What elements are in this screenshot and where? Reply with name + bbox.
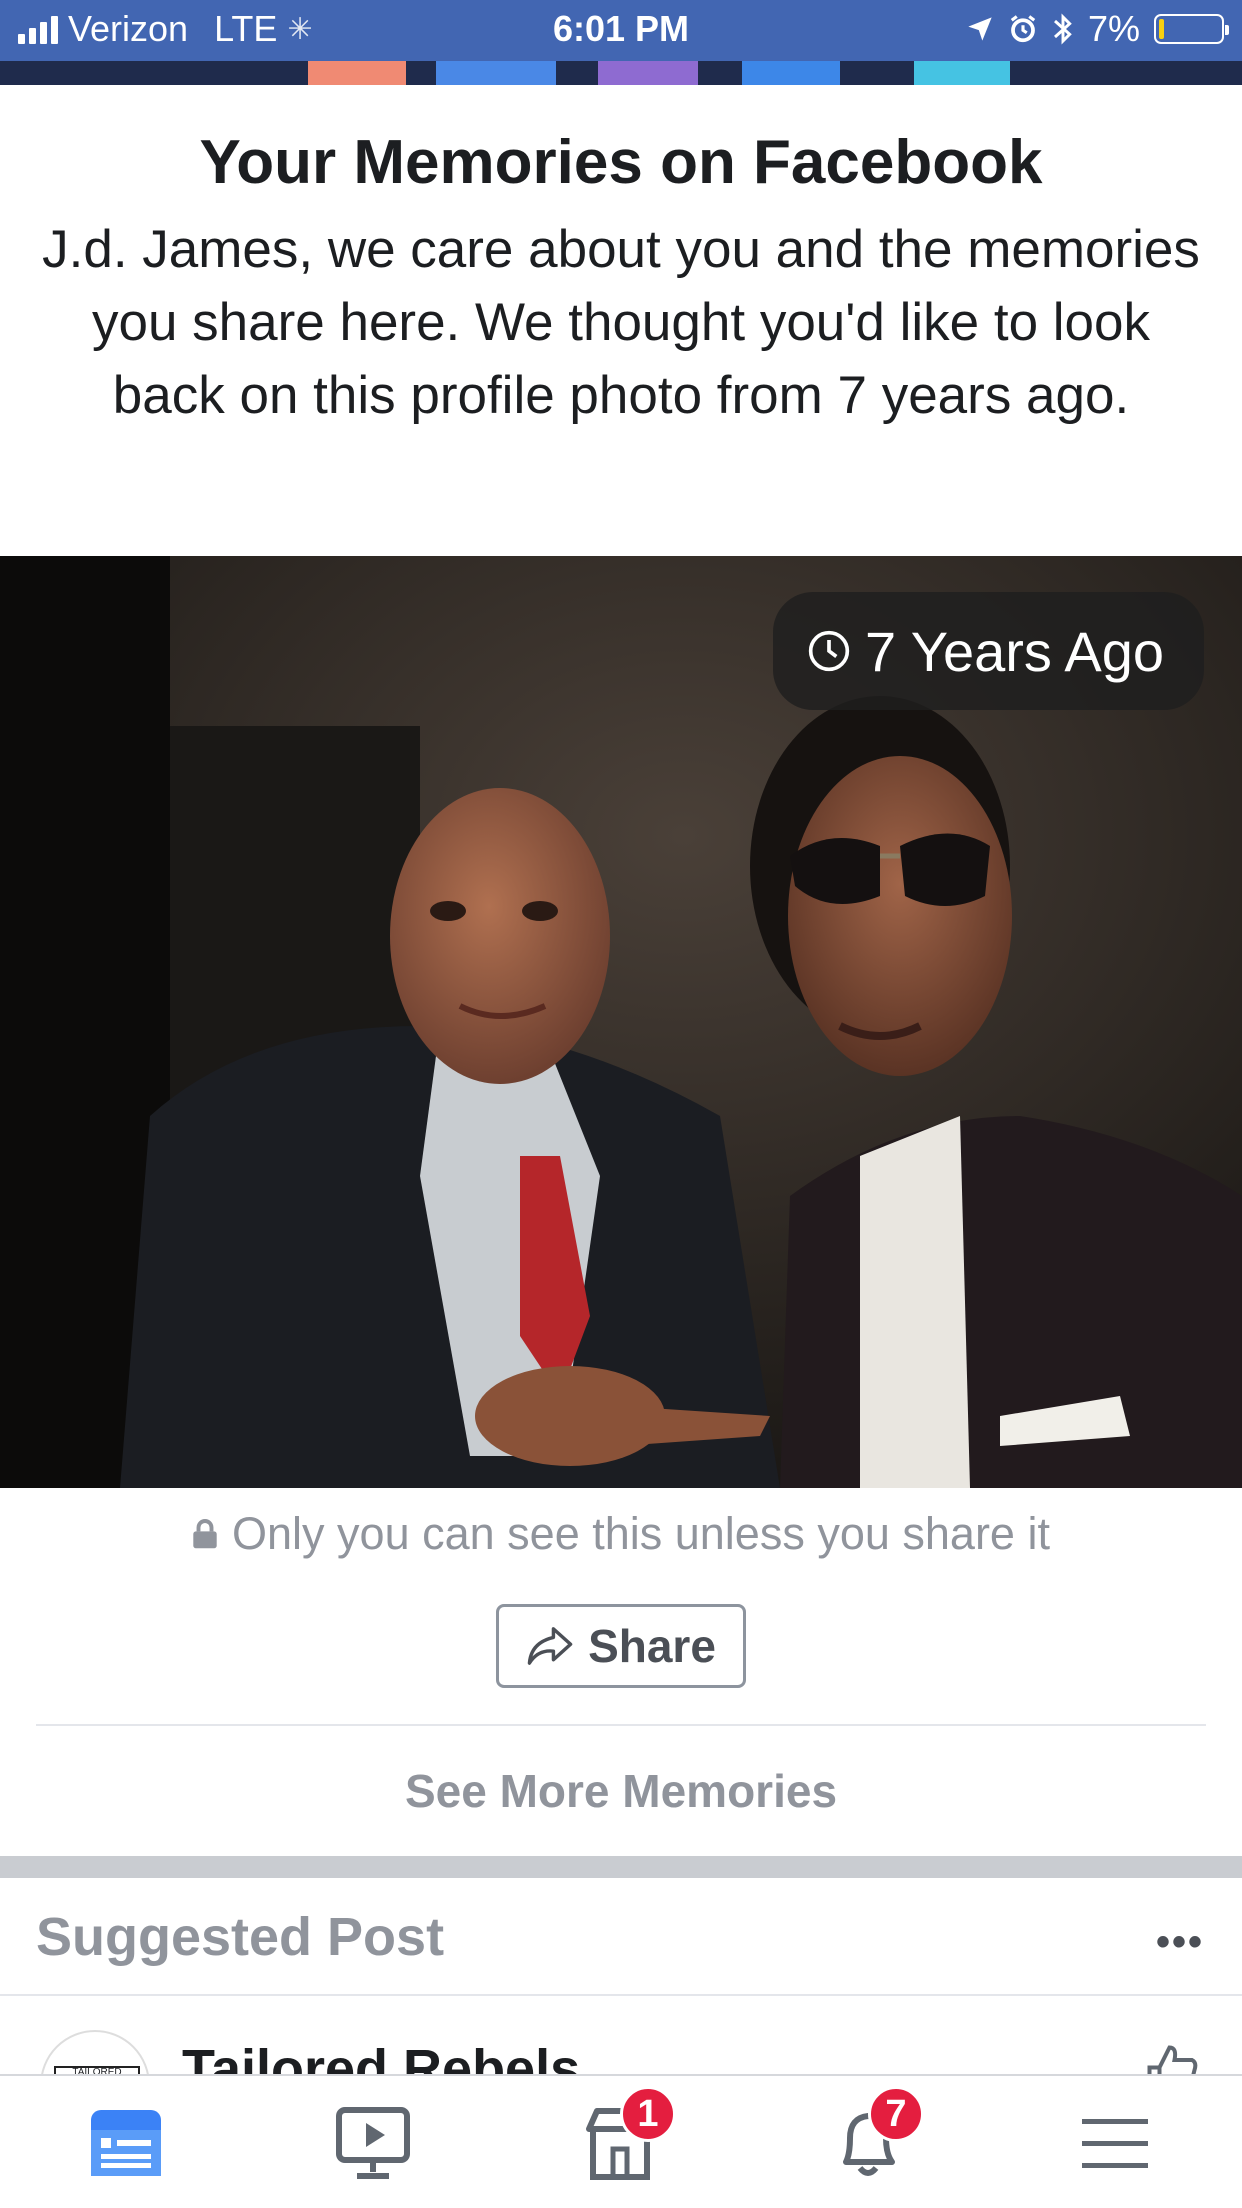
tab-marketplace[interactable]: 1 [570, 2086, 676, 2186]
more-options-button[interactable]: ••• [1156, 1920, 1204, 1965]
years-ago-badge: 7 Years Ago [773, 592, 1204, 710]
news-feed-icon [91, 2110, 161, 2176]
page-title: Your Memories on Facebook [199, 128, 1043, 197]
alarm-clock-icon [1010, 15, 1036, 43]
suggested-post-preview[interactable]: TAILORED REBELS Tailored Rebels [0, 1996, 1242, 2076]
tab-menu[interactable] [1065, 2100, 1165, 2186]
share-label: Share [588, 1620, 716, 1672]
page-name[interactable]: Tailored Rebels [182, 2038, 580, 2076]
hamburger-menu-icon [1082, 2119, 1148, 2168]
share-arrow-icon [527, 1627, 573, 1665]
like-page-icon[interactable] [1142, 2040, 1202, 2076]
notifications-badge: 7 [868, 2086, 924, 2142]
tab-notifications[interactable]: 7 [818, 2086, 924, 2186]
suggested-post-header: Suggested Post ••• [0, 1878, 1242, 1996]
memories-header: Your Memories on Facebook J.d. James, we… [0, 85, 1242, 555]
battery-percent: 7% [1087, 8, 1140, 49]
clock-icon [808, 630, 850, 672]
battery-icon [1154, 14, 1229, 44]
privacy-note: Only you can see this unless you share i… [0, 1508, 1242, 1560]
location-arrow-icon [968, 17, 992, 41]
page-avatar[interactable]: TAILORED REBELS [40, 2030, 150, 2076]
status-bar: Verizon LTE ✳ 6:01 PM 7% [0, 0, 1242, 61]
share-button[interactable]: Share [496, 1604, 746, 1688]
memories-banner-strip [0, 61, 1242, 85]
divider [36, 1724, 1206, 1726]
bluetooth-icon [1053, 13, 1072, 45]
memory-photo[interactable]: 7 Years Ago [0, 556, 1242, 1488]
lock-icon [193, 1519, 217, 1549]
watch-video-icon [336, 2107, 410, 2179]
badge-label: 7 Years Ago [865, 619, 1164, 683]
tab-news-feed[interactable] [76, 2100, 176, 2186]
tab-watch[interactable] [323, 2100, 423, 2186]
privacy-text: Only you can see this unless you share i… [232, 1508, 1050, 1559]
see-more-memories-link[interactable]: See More Memories [0, 1764, 1242, 1818]
bottom-tab-bar: 1 7 [0, 2074, 1242, 2208]
section-separator [0, 1856, 1242, 1878]
suggested-post-title: Suggested Post [36, 1907, 445, 1967]
marketplace-badge: 1 [620, 2086, 676, 2142]
memory-message: J.d. James, we care about you and the me… [42, 220, 1200, 425]
